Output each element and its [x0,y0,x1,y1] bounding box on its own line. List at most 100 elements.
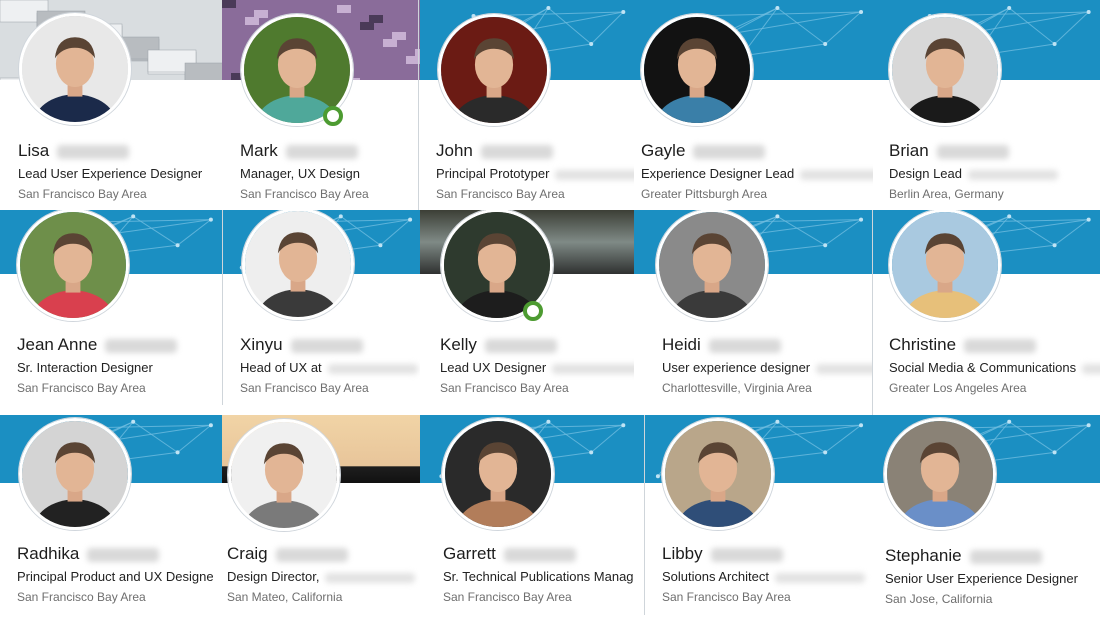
profile-location: San Jose, California [885,592,993,606]
card-divider [222,210,223,405]
profile-card-heidi[interactable]: Heidi User experience designer Charlotte… [634,210,873,415]
profile-headline: Lead UX Designer [440,360,634,375]
blurred-last-name [87,547,160,562]
profile-card-xinyu[interactable]: Xinyu Head of UX at San Francisco Bay Ar… [222,210,420,415]
profile-headline-text: Experience Designer Lead [641,166,795,181]
profile-name[interactable]: Heidi [662,335,781,355]
profile-headline: Sr. Technical Publications Manager [443,569,634,584]
profile-headline-text: Manager, UX Design [240,166,360,181]
profile-avatar[interactable] [889,14,1001,126]
profile-headline-text: Principal Product and UX Designe [17,569,214,584]
profile-name[interactable]: Xinyu [240,335,363,355]
profile-avatar[interactable] [17,210,129,321]
profile-avatar[interactable] [641,14,753,126]
profile-first-name: Garrett [443,544,496,563]
profile-location: Greater Los Angeles Area [889,381,1027,395]
profile-name[interactable]: Christine [889,335,1037,355]
profile-headline-text: Sr. Interaction Designer [17,360,153,375]
profile-name[interactable]: Brian [889,141,1009,161]
profile-avatar[interactable] [662,418,774,530]
profile-headline: Social Media & Communications [889,360,1100,375]
profile-headline-text: Design Director, [227,569,320,584]
profile-location: Greater Pittsburgh Area [641,187,768,201]
profile-first-name: Radhika [17,544,80,563]
blurred-last-name [285,144,358,159]
profile-name[interactable]: John [436,141,553,161]
profile-avatar[interactable] [19,13,131,125]
profile-name[interactable]: Kelly [440,335,557,355]
profile-first-name: Kelly [440,335,477,354]
profile-first-name: Gayle [641,141,686,160]
profile-card-john[interactable]: John Principal Prototyper San Francisco … [420,0,634,210]
profile-card-garrett[interactable]: Garrett Sr. Technical Publications Manag… [420,415,634,626]
profile-avatar[interactable] [884,418,996,530]
profile-name[interactable]: Gayle [641,141,766,161]
profile-card-mark[interactable]: Mark Manager, UX Design San Francisco Ba… [222,0,420,210]
profile-location: San Francisco Bay Area [662,590,791,604]
profile-location: San Mateo, California [227,590,343,604]
profile-card-gayle[interactable]: Gayle Experience Designer Lead Greater P… [634,0,873,210]
profile-first-name: Jean Anne [17,335,98,354]
profile-name[interactable]: Libby [662,544,783,564]
card-divider [872,210,873,415]
profile-headline-text: Head of UX at [240,360,322,375]
blurred-last-name [275,547,348,562]
profile-location: San Francisco Bay Area [440,381,569,395]
profile-name[interactable]: Mark [240,141,358,161]
card-divider [418,0,419,210]
profile-name[interactable]: Radhika [17,544,160,564]
profile-card-radhika[interactable]: Radhika Principal Product and UX Designe… [0,415,222,626]
people-grid: Lisa Lead User Experience Designer San F… [0,0,1100,626]
blurred-last-name [480,144,553,159]
profile-headline-text: Lead UX Designer [440,360,547,375]
profile-card-libby[interactable]: Libby Solutions Architect San Francisco … [634,415,873,626]
profile-card-stephanie[interactable]: Stephanie Senior User Experience Designe… [873,415,1100,626]
profile-headline: Principal Product and UX Designe [17,569,214,584]
profile-location: San Francisco Bay Area [17,590,146,604]
profile-name[interactable]: Stephanie [885,546,1042,566]
profile-avatar[interactable] [438,14,550,126]
blurred-company [327,363,418,374]
profile-card-brian[interactable]: Brian Design Lead Berlin Area, Germany [873,0,1100,210]
profile-avatar[interactable] [889,210,1001,321]
blurred-company [968,169,1058,180]
profile-headline: Head of UX at [240,360,418,375]
profile-card-craig[interactable]: Craig Design Director, San Mateo, Califo… [222,415,420,626]
blurred-last-name [105,338,178,353]
profile-first-name: Xinyu [240,335,283,354]
profile-name[interactable]: Jean Anne [17,335,178,355]
profile-headline: Experience Designer Lead [641,166,873,181]
profile-headline: Design Director, [227,569,416,584]
profile-first-name: Mark [240,141,278,160]
blurred-company [555,169,634,180]
blurred-last-name [503,547,576,562]
profile-headline-text: Senior User Experience Designer [885,571,1078,586]
profile-avatar[interactable] [242,210,354,320]
profile-headline-text: Sr. Technical Publications Manager [443,569,634,584]
card-divider [644,415,645,615]
profile-headline: Manager, UX Design [240,166,360,181]
profile-first-name: Christine [889,335,957,354]
profile-headline-text: Solutions Architect [662,569,769,584]
blurred-company [800,169,873,180]
profile-first-name: John [436,141,473,160]
profile-card-jean-anne[interactable]: Jean Anne Sr. Interaction Designer San F… [0,210,222,415]
profile-card-lisa[interactable]: Lisa Lead User Experience Designer San F… [0,0,222,210]
profile-card-kelly[interactable]: Kelly Lead UX Designer San Francisco Bay… [420,210,634,415]
blurred-company [552,363,634,374]
profile-avatar[interactable] [228,419,340,531]
profile-location: San Francisco Bay Area [18,187,147,201]
blurred-company [774,572,865,583]
blurred-company [1082,363,1100,374]
profile-name[interactable]: Craig [227,544,348,564]
profile-location: San Francisco Bay Area [240,187,369,201]
profile-name[interactable]: Lisa [18,141,130,161]
profile-avatar[interactable] [442,418,554,530]
profile-name[interactable]: Garrett [443,544,576,564]
profile-card-christine[interactable]: Christine Social Media & Communications … [873,210,1100,415]
blurred-last-name [708,338,781,353]
profile-avatar[interactable] [656,210,768,321]
profile-headline: Design Lead [889,166,1058,181]
profile-avatar[interactable] [19,418,131,530]
profile-headline: Sr. Interaction Designer [17,360,153,375]
